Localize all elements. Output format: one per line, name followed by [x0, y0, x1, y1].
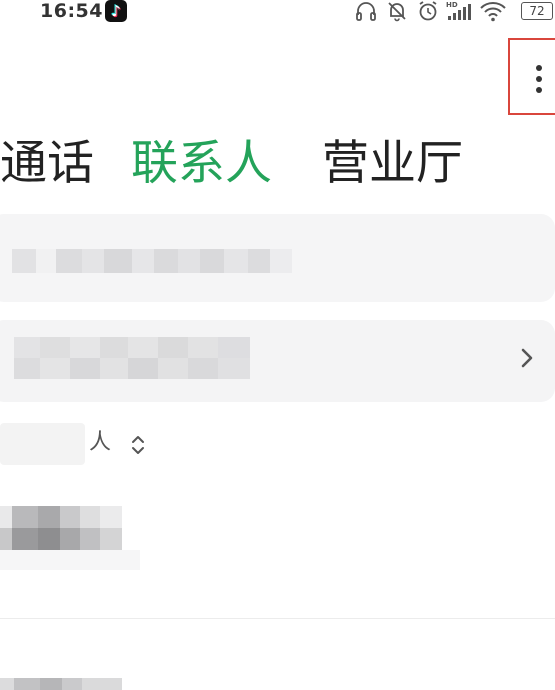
contact-name-blurred	[0, 506, 140, 570]
more-options-button[interactable]	[508, 38, 555, 115]
contact-count-suffix: 人	[89, 430, 112, 455]
battery-icon: 72	[521, 2, 553, 20]
wifi-icon	[480, 2, 506, 22]
status-time: 16:54	[40, 0, 103, 22]
search-placeholder-blurred	[12, 249, 292, 273]
chevron-right-icon	[521, 348, 533, 368]
list-divider	[0, 618, 555, 619]
mute-icon	[388, 2, 406, 22]
contact-name-blurred	[0, 678, 122, 690]
tab-contacts[interactable]: 联系人	[131, 134, 272, 194]
contact-list-item[interactable]	[0, 470, 555, 618]
alarm-icon	[419, 1, 437, 21]
status-bar: 16:54 ♪ HD 72	[0, 0, 555, 26]
signal-hd-icon: HD	[446, 1, 471, 20]
group-title-blurred	[14, 337, 250, 379]
tab-business-hall[interactable]: 营业厅	[322, 134, 463, 194]
status-icons: HD 72	[355, 0, 555, 24]
svg-text:HD: HD	[446, 1, 458, 9]
battery-level: 72	[529, 4, 545, 18]
tab-calls[interactable]: 通话	[0, 134, 94, 194]
contact-count-blurred	[0, 423, 85, 465]
headphones-icon	[356, 2, 376, 21]
contact-list-item[interactable]	[0, 620, 555, 690]
tiktok-icon: ♪	[105, 0, 127, 22]
sort-toggle-icon[interactable]	[130, 434, 146, 456]
tab-bar: 通话 联系人 营业厅	[0, 134, 555, 194]
